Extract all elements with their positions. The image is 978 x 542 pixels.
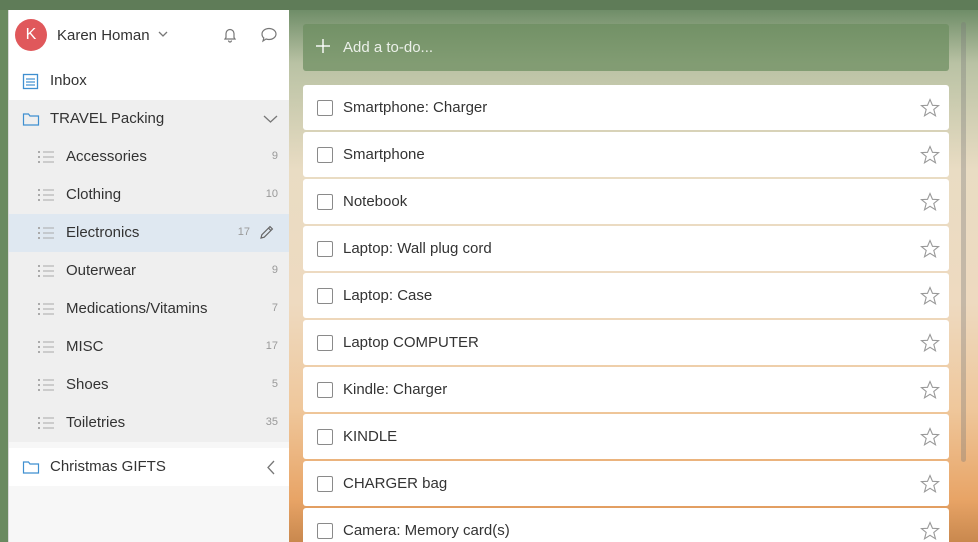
chat-icon[interactable] — [260, 26, 278, 44]
sidebar-item-label: Christmas GIFTS — [50, 458, 166, 475]
sidebar-item-label: Accessories — [66, 148, 147, 165]
bell-icon[interactable] — [221, 26, 239, 44]
task-row[interactable]: CHARGER bag — [303, 461, 949, 506]
task-title[interactable]: Kindle: Charger — [343, 381, 447, 398]
top-bar — [0, 0, 978, 10]
task-title[interactable]: Camera: Memory card(s) — [343, 522, 510, 539]
sidebar-item-label: Medications/Vitamins — [66, 300, 208, 317]
list-icon — [38, 189, 54, 201]
chevron-left-icon[interactable] — [266, 460, 276, 475]
pencil-icon[interactable] — [258, 224, 275, 241]
task-title[interactable]: Laptop: Case — [343, 287, 432, 304]
chevron-down-icon[interactable] — [157, 28, 169, 40]
star-icon[interactable] — [920, 98, 940, 118]
task-checkbox[interactable] — [317, 523, 333, 539]
task-row[interactable]: Smartphone — [303, 132, 949, 177]
list-count: 17 — [237, 226, 250, 238]
list-icon — [38, 417, 54, 429]
task-row[interactable]: Laptop: Case — [303, 273, 949, 318]
list-icon — [38, 303, 54, 315]
task-checkbox[interactable] — [317, 335, 333, 351]
task-row[interactable]: Smartphone: Charger — [303, 85, 949, 130]
sidebar-item-toiletries[interactable]: Toiletries 35 — [9, 404, 290, 442]
task-title[interactable]: Smartphone: Charger — [343, 99, 487, 116]
sidebar-item-inbox[interactable]: Inbox — [9, 62, 290, 100]
list-icon — [38, 227, 54, 239]
sidebar-item-outerwear[interactable]: Outerwear 9 — [9, 252, 290, 290]
plus-icon — [316, 39, 330, 53]
sidebar-item-label: Toiletries — [66, 414, 126, 431]
task-row[interactable]: KINDLE — [303, 414, 949, 459]
sidebar-item-label: Electronics — [66, 224, 140, 241]
sidebar-item-shoes[interactable]: Shoes 5 — [9, 366, 290, 404]
app-window: K Karen Homan Inbox TRAVEL Packing Acces… — [0, 0, 978, 542]
folder-icon — [22, 113, 40, 126]
task-checkbox[interactable] — [317, 147, 333, 163]
list-icon — [38, 341, 54, 353]
task-title[interactable]: CHARGER bag — [343, 475, 447, 492]
task-title[interactable]: Laptop: Wall plug cord — [343, 240, 492, 257]
star-icon[interactable] — [920, 474, 940, 494]
star-icon[interactable] — [920, 427, 940, 447]
sidebar-item-medications-vitamins[interactable]: Medications/Vitamins 7 — [9, 290, 290, 328]
sidebar-item-accessories[interactable]: Accessories 9 — [9, 138, 290, 176]
sidebar: K Karen Homan Inbox TRAVEL Packing Acces… — [8, 10, 290, 542]
task-title[interactable]: Notebook — [343, 193, 407, 210]
star-icon[interactable] — [920, 286, 940, 306]
task-checkbox[interactable] — [317, 288, 333, 304]
inbox-icon — [22, 73, 39, 90]
star-icon[interactable] — [920, 380, 940, 400]
task-title[interactable]: Laptop COMPUTER — [343, 334, 479, 351]
folder-icon — [22, 461, 40, 474]
add-todo-input[interactable]: Add a to-do... — [303, 24, 949, 71]
list-icon — [38, 151, 54, 163]
star-icon[interactable] — [920, 192, 940, 212]
task-row[interactable]: Kindle: Charger — [303, 367, 949, 412]
list-count: 9 — [271, 150, 278, 162]
task-row[interactable]: Camera: Memory card(s) — [303, 508, 949, 542]
chevron-down-icon[interactable] — [263, 114, 278, 124]
list-count: 35 — [265, 416, 278, 428]
add-todo-placeholder: Add a to-do... — [343, 39, 434, 56]
task-title[interactable]: Smartphone — [343, 146, 425, 163]
list-count: 9 — [271, 264, 278, 276]
user-name[interactable]: Karen Homan — [57, 27, 150, 44]
sidebar-item-label: Shoes — [66, 376, 109, 393]
task-checkbox[interactable] — [317, 382, 333, 398]
list-count: 7 — [271, 302, 278, 314]
sidebar-item-misc[interactable]: MISC 17 — [9, 328, 290, 366]
list-count: 17 — [265, 340, 278, 352]
sidebar-item-label: Outerwear — [66, 262, 137, 279]
sidebar-folder-christmas-gifts[interactable]: Christmas GIFTS — [9, 448, 290, 486]
sidebar-item-clothing[interactable]: Clothing 10 — [9, 176, 290, 214]
task-checkbox[interactable] — [317, 429, 333, 445]
task-checkbox[interactable] — [317, 476, 333, 492]
sidebar-item-label: Clothing — [66, 186, 122, 203]
list-icon — [38, 265, 54, 277]
star-icon[interactable] — [920, 239, 940, 259]
sidebar-item-label: TRAVEL Packing — [50, 110, 165, 127]
list-count: 5 — [271, 378, 278, 390]
scrollbar[interactable] — [961, 22, 966, 462]
avatar[interactable]: K — [15, 19, 47, 51]
task-checkbox[interactable] — [317, 100, 333, 116]
sidebar-item-label: Inbox — [50, 72, 87, 89]
task-row[interactable]: Notebook — [303, 179, 949, 224]
task-row[interactable]: Laptop COMPUTER — [303, 320, 949, 365]
star-icon[interactable] — [920, 333, 940, 353]
sidebar-folder-travel-packing[interactable]: TRAVEL Packing — [9, 100, 290, 138]
list-count: 10 — [265, 188, 278, 200]
list-icon — [38, 379, 54, 391]
task-title[interactable]: KINDLE — [343, 428, 397, 445]
sidebar-item-electronics[interactable]: Electronics 17 — [9, 214, 290, 252]
task-checkbox[interactable] — [317, 241, 333, 257]
task-panel: Add a to-do... Smartphone: Charger Smart… — [289, 10, 978, 542]
task-row[interactable]: Laptop: Wall plug cord — [303, 226, 949, 271]
sidebar-item-label: MISC — [66, 338, 104, 355]
task-checkbox[interactable] — [317, 194, 333, 210]
star-icon[interactable] — [920, 521, 940, 541]
star-icon[interactable] — [920, 145, 940, 165]
user-row: K Karen Homan — [9, 10, 290, 62]
